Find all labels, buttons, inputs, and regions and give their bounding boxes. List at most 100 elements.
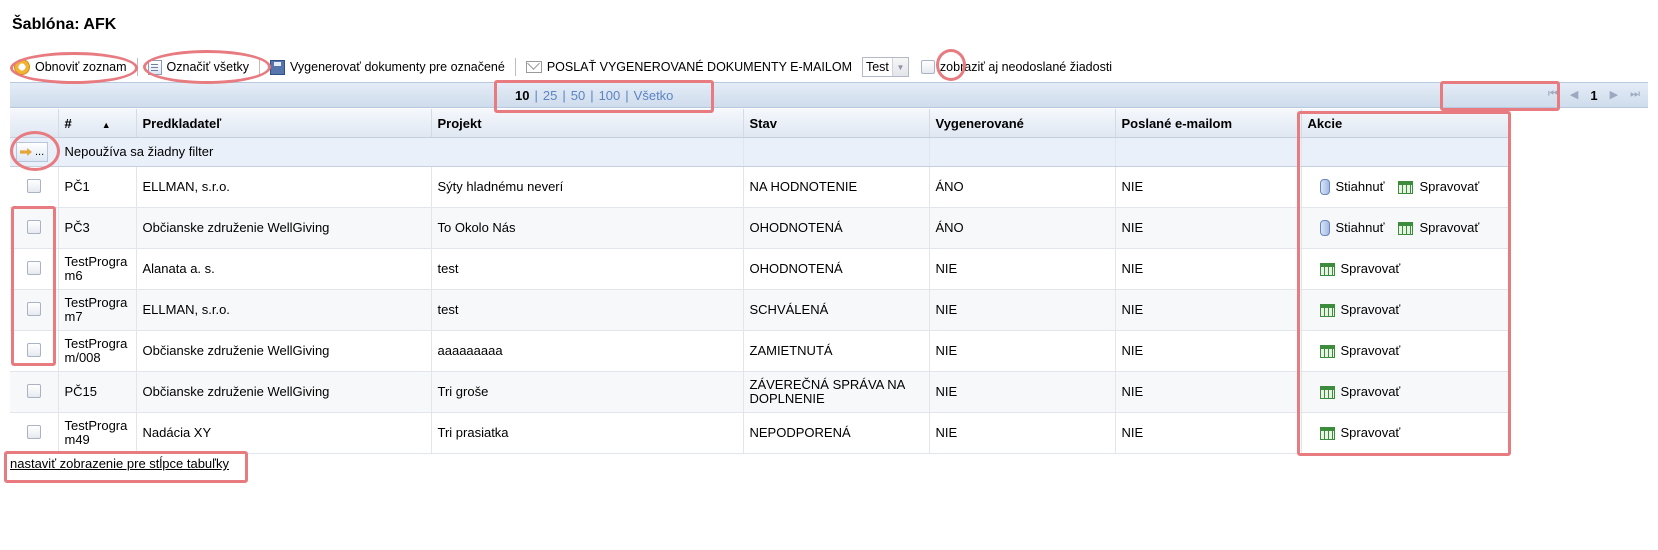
cell-actions: Spravovať xyxy=(1301,248,1510,290)
cell-applicant: Občianske združenie WellGiving xyxy=(136,371,432,413)
current-page[interactable]: 1 xyxy=(1590,88,1597,103)
page-size-divider: | xyxy=(562,88,566,103)
manage-icon xyxy=(1319,344,1335,358)
actions-group: Stiahnuť Spravovať xyxy=(1308,220,1503,236)
show-unsent-label: zobraziť aj neodoslané žiadosti xyxy=(939,60,1113,74)
manage-label: Spravovať xyxy=(1419,179,1480,194)
manage-action[interactable]: Spravovať xyxy=(1319,262,1400,276)
page-size-100[interactable]: 100 xyxy=(599,88,621,103)
cell-applicant: ELLMAN, s.r.o. xyxy=(136,289,432,331)
show-unsent-toggle[interactable]: zobraziť aj neodoslané žiadosti xyxy=(917,60,1116,74)
header-applicant[interactable]: Predkladateľ xyxy=(136,109,432,138)
template-select[interactable]: Test ▼ xyxy=(861,57,909,77)
page-size-all[interactable]: Všetko xyxy=(634,88,674,103)
header-status[interactable]: Stav xyxy=(743,109,930,138)
column-settings-link[interactable]: nastaviť zobrazenie pre stĺpce tabuľky xyxy=(10,456,229,471)
download-action[interactable]: Stiahnuť xyxy=(1319,220,1384,236)
cell-status: ZÁVEREČNÁ SPRÁVA NA DOPLNENIE xyxy=(743,371,930,413)
next-page-icon[interactable]: ▶ xyxy=(1610,88,1618,103)
refresh-list-button[interactable]: Obnoviť zoznam xyxy=(10,59,131,75)
cell-project: Sýty hladnému neverí xyxy=(431,166,744,208)
table-header-row: # ▲ Predkladateľ Projekt Stav Vygenerovan… xyxy=(10,109,1510,138)
chevron-down-icon[interactable]: ▼ xyxy=(891,58,908,76)
cell-project: test xyxy=(431,289,744,331)
cell-emailed: NIE xyxy=(1115,248,1302,290)
row-select-cell xyxy=(10,412,59,454)
toolbar-separator xyxy=(514,58,516,76)
last-page-icon[interactable]: ⏭ xyxy=(1630,88,1640,103)
download-action[interactable]: Stiahnuť xyxy=(1319,179,1384,195)
send-email-button[interactable]: POSLAŤ VYGENEROVANÉ DOKUMENTY E-MAILOM xyxy=(522,60,856,74)
cell-emailed: NIE xyxy=(1115,166,1302,208)
row-checkbox[interactable] xyxy=(26,383,41,398)
manage-icon xyxy=(1398,180,1414,194)
page-size-10[interactable]: 10 xyxy=(515,88,529,103)
prev-page-icon[interactable]: ◀ xyxy=(1570,88,1578,103)
actions-group: Spravovať xyxy=(1308,303,1503,317)
row-checkbox[interactable] xyxy=(26,301,41,316)
sort-asc-icon[interactable]: ▲ xyxy=(102,120,111,130)
refresh-icon xyxy=(14,59,30,75)
cell-num: TestProgram49 xyxy=(58,412,137,454)
header-select xyxy=(10,109,59,138)
manage-action[interactable]: Spravovať xyxy=(1398,180,1479,194)
cell-actions: Spravovať xyxy=(1301,371,1510,413)
row-select-cell xyxy=(10,289,59,331)
cell-project: aaaaaaaaa xyxy=(431,330,744,372)
page-size-25[interactable]: 25 xyxy=(543,88,557,103)
applications-table: # ▲ Predkladateľ Projekt Stav Vygenerovan… xyxy=(10,109,1510,454)
table-row: PČ15 Občianske združenie WellGiving Tri gr… xyxy=(10,371,1510,413)
row-checkbox[interactable] xyxy=(26,424,41,439)
row-select-cell xyxy=(10,330,59,372)
cell-applicant: Alanata a. s. xyxy=(136,248,432,290)
page-size-50[interactable]: 50 xyxy=(571,88,585,103)
refresh-list-label: Obnoviť zoznam xyxy=(35,60,127,74)
cell-generated: NIE xyxy=(929,330,1116,372)
manage-action[interactable]: Spravovať xyxy=(1398,221,1479,235)
header-project[interactable]: Projekt xyxy=(431,109,744,138)
row-checkbox[interactable] xyxy=(26,219,41,234)
first-page-icon[interactable]: ⏮ xyxy=(1548,88,1558,103)
filter-button[interactable]: ... xyxy=(16,142,49,162)
cell-status: OHODNOTENÁ xyxy=(743,207,930,249)
actions-group: Spravovať xyxy=(1308,262,1503,276)
select-all-button[interactable]: Označiť všetky xyxy=(144,59,254,75)
filter-row: ... Nepoužíva sa žiadny filter xyxy=(10,137,1510,167)
manage-action[interactable]: Spravovať xyxy=(1319,385,1400,399)
table-row: TestProgram49 Nadácia XY Tri prasiatka NEPO… xyxy=(10,412,1510,454)
manage-action[interactable]: Spravovať xyxy=(1319,344,1400,358)
download-icon xyxy=(1319,179,1330,195)
header-generated[interactable]: Vygenerované xyxy=(929,109,1116,138)
cell-generated: ÁNO xyxy=(929,166,1116,208)
manage-action[interactable]: Spravovať xyxy=(1319,426,1400,440)
header-emailed[interactable]: Poslané e-mailom xyxy=(1115,109,1302,138)
row-select-cell xyxy=(10,371,59,413)
cell-emailed: NIE xyxy=(1115,207,1302,249)
filter-text: Nepoužíva sa žiadny filter xyxy=(58,137,744,167)
row-checkbox[interactable] xyxy=(26,342,41,357)
actions-group: Stiahnuť Spravovať xyxy=(1308,179,1503,195)
row-checkbox[interactable] xyxy=(26,178,41,193)
generate-documents-button[interactable]: Vygenerovať dokumenty pre označené xyxy=(266,59,509,75)
filter-arrow-icon xyxy=(20,148,32,156)
cell-actions: Spravovať xyxy=(1301,412,1510,454)
filter-cell: ... xyxy=(10,137,59,167)
row-select-cell xyxy=(10,166,59,208)
send-email-label: POSLAŤ VYGENEROVANÉ DOKUMENTY E-MAILOM xyxy=(546,60,852,74)
page-size-divider: | xyxy=(590,88,594,103)
cell-num: PČ15 xyxy=(58,371,137,413)
cell-actions: Stiahnuť Spravovať xyxy=(1301,207,1510,249)
cell-applicant: Nadácia XY xyxy=(136,412,432,454)
cell-emailed: NIE xyxy=(1115,289,1302,331)
actions-group: Spravovať xyxy=(1308,385,1503,399)
filter-empty xyxy=(1115,137,1302,167)
header-num[interactable]: # ▲ xyxy=(58,109,137,138)
cell-generated: NIE xyxy=(929,371,1116,413)
row-checkbox[interactable] xyxy=(26,260,41,275)
manage-action[interactable]: Spravovať xyxy=(1319,303,1400,317)
actions-group: Spravovať xyxy=(1308,344,1503,358)
cell-status: NEPODPORENÁ xyxy=(743,412,930,454)
toolbar-separator xyxy=(259,58,261,76)
filter-empty xyxy=(1301,137,1510,167)
show-unsent-checkbox[interactable] xyxy=(920,60,935,74)
